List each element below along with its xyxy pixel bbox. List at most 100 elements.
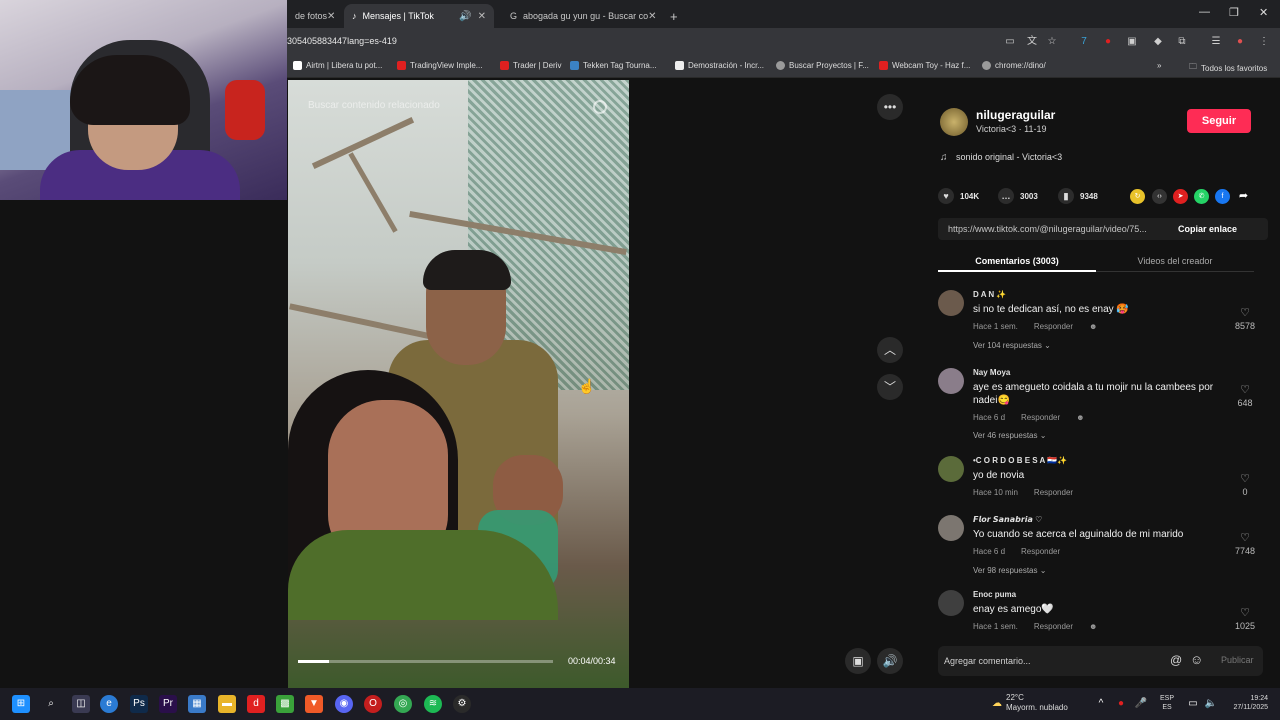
repost-icon[interactable]: ↻ xyxy=(1130,189,1145,204)
creator-avatar[interactable] xyxy=(940,108,968,136)
commenter-name[interactable]: Nay Moya xyxy=(973,368,1010,377)
view-replies-button[interactable]: Ver 98 respuestas ⌄ xyxy=(973,566,1046,575)
tray-chevron-icon[interactable]: ^ xyxy=(1092,695,1110,713)
commenter-name[interactable]: •C O R D O B E S A 🇵🇾✨ xyxy=(973,456,1067,465)
creator-username[interactable]: nilugeraguilar xyxy=(976,108,1055,122)
whatsapp-icon[interactable]: ✆ xyxy=(1194,189,1209,204)
star-icon[interactable]: ☆ xyxy=(1045,35,1059,49)
embed-icon[interactable]: ‹› xyxy=(1152,189,1167,204)
close-icon[interactable]: ✕ xyxy=(327,11,335,22)
spotify-icon[interactable]: ≋ xyxy=(424,695,442,713)
volume-icon[interactable]: 🔈 xyxy=(1202,695,1220,713)
bookmark-demostracion[interactable]: Demostración - Incr... xyxy=(675,61,764,70)
comment-input[interactable] xyxy=(944,652,1164,670)
comment-like[interactable]: ♡ 8578 xyxy=(1230,306,1260,331)
restore-icon[interactable]: ❐ xyxy=(1229,6,1239,19)
share-link-url[interactable]: https://www.tiktok.com/@nilugeraguilar/v… xyxy=(948,224,1168,234)
volume-icon[interactable]: 🔊 xyxy=(877,648,903,674)
puzzle-icon[interactable]: ⧉ xyxy=(1175,35,1189,49)
edge-icon[interactable]: e xyxy=(100,695,118,713)
extension-counter-icon[interactable]: ▣ xyxy=(1125,35,1139,49)
close-icon[interactable]: ✕ xyxy=(648,11,656,22)
commenter-name[interactable]: 𝙁𝙡𝙤𝙧 𝙎𝙖𝙣𝙖𝙗𝙧𝙞𝙖 ♡ xyxy=(973,515,1042,524)
view-replies-button[interactable]: Ver 104 respuestas ⌄ xyxy=(973,341,1051,350)
minecraft-icon[interactable]: ▩ xyxy=(276,695,294,713)
bookmark-tradingview[interactable]: TradingView Imple... xyxy=(397,61,482,70)
language-indicator[interactable]: ESP ES xyxy=(1160,694,1174,712)
commenter-avatar[interactable] xyxy=(938,368,964,394)
bookmark-webcam-toy[interactable]: Webcam Toy - Haz f... xyxy=(879,61,970,70)
discord-icon[interactable]: ◉ xyxy=(335,695,353,713)
opera-icon[interactable]: O xyxy=(364,695,382,713)
steam-icon[interactable]: ⚙ xyxy=(453,695,471,713)
follow-button[interactable]: Seguir xyxy=(1187,109,1251,133)
bookmarks-overflow-icon[interactable]: » xyxy=(1157,61,1161,70)
extension-red-icon[interactable]: ● xyxy=(1101,35,1115,49)
bookmark-tekken[interactable]: Tekken Tag Tourna... xyxy=(570,61,657,70)
premiere-icon[interactable]: Pr xyxy=(159,695,177,713)
close-icon[interactable]: ✕ xyxy=(478,11,486,22)
new-tab-button[interactable]: + xyxy=(662,4,682,28)
commenter-avatar[interactable] xyxy=(938,456,964,482)
bookmark-dino[interactable]: chrome://dino/ xyxy=(982,61,1046,70)
tab-tiktok-messages[interactable]: ♪ Mensajes | TikTok 🔊 ✕ xyxy=(344,4,494,28)
more-options-icon[interactable]: ••• xyxy=(877,94,903,120)
reply-button[interactable]: Responder xyxy=(1034,322,1073,331)
tab-fotos[interactable]: de fotos ✕ xyxy=(287,4,342,28)
video-progress-bar[interactable] xyxy=(298,660,553,663)
cast-icon[interactable]: ▭ xyxy=(1003,35,1017,49)
commenter-avatar[interactable] xyxy=(938,590,964,616)
comment-like[interactable]: ♡ 7748 xyxy=(1230,531,1260,556)
clock[interactable]: 19:24 27/11/2025 xyxy=(1228,694,1268,712)
commenter-avatar[interactable] xyxy=(938,290,964,316)
commenter-name[interactable]: D A N ✨ xyxy=(973,290,1006,299)
reply-button[interactable]: Responder xyxy=(1021,547,1060,556)
folder-icon[interactable]: ▬ xyxy=(218,695,236,713)
reply-button[interactable]: Responder xyxy=(1021,413,1060,422)
monitor-icon[interactable]: ▭ xyxy=(1184,695,1202,713)
comment-like[interactable]: ♡ 1025 xyxy=(1230,606,1260,631)
search-icon[interactable]: ⌕ xyxy=(42,695,60,713)
like-stat[interactable]: ♥ 104K xyxy=(938,188,979,204)
extension-diamond-icon[interactable]: ◆ xyxy=(1151,35,1165,49)
related-search-placeholder[interactable]: Buscar contenido relacionado xyxy=(308,100,440,111)
copy-link-button[interactable]: Copiar enlace xyxy=(1178,224,1237,234)
tab-search-icon[interactable]: ☰ xyxy=(1209,35,1223,49)
minimize-icon[interactable]: — xyxy=(1199,6,1210,18)
photoshop-icon[interactable]: Ps xyxy=(130,695,148,713)
profile-avatar[interactable]: ● xyxy=(1233,35,1247,49)
reply-button[interactable]: Responder xyxy=(1034,622,1073,631)
bookmark-airtm[interactable]: Airtm | Libera tu pot... xyxy=(293,61,382,70)
close-window-icon[interactable]: ✕ xyxy=(1259,6,1268,19)
comment-like[interactable]: ♡ 0 xyxy=(1230,472,1260,497)
share-arrow-icon[interactable]: ➦ xyxy=(1236,189,1251,204)
menu-icon[interactable]: ⋮ xyxy=(1257,35,1271,49)
store-icon[interactable]: ▦ xyxy=(188,695,206,713)
commenter-avatar[interactable] xyxy=(938,515,964,541)
tray-mic-icon[interactable]: 🎤 xyxy=(1132,695,1150,713)
mention-icon[interactable]: @ xyxy=(1170,653,1182,667)
windows-start-icon[interactable]: ⊞ xyxy=(12,695,30,713)
search-icon[interactable] xyxy=(593,100,607,114)
task-view-icon[interactable]: ◫ xyxy=(72,695,90,713)
url-text[interactable]: 305405883447lang=es-419 xyxy=(287,36,397,46)
comment-stat[interactable]: … 3003 xyxy=(998,188,1038,204)
speaker-icon[interactable]: 🔊 xyxy=(459,11,471,22)
tray-app-icon[interactable]: ● xyxy=(1112,695,1130,713)
tab-comments[interactable]: Comentarios (3003) xyxy=(938,250,1096,272)
view-replies-button[interactable]: Ver 46 respuestas ⌄ xyxy=(973,431,1046,440)
chevron-up-icon[interactable]: ︿ xyxy=(877,337,903,363)
chevron-down-icon[interactable]: ﹀ xyxy=(877,374,903,400)
send-icon[interactable]: ➤ xyxy=(1173,189,1188,204)
weather-widget[interactable]: 22°C Mayorm. nublado xyxy=(1006,693,1068,713)
music-title[interactable]: sonido original - Victoria<3 xyxy=(956,152,1062,162)
save-stat[interactable]: ▮ 9348 xyxy=(1058,188,1098,204)
facebook-icon[interactable]: f xyxy=(1215,189,1230,204)
publish-button[interactable]: Publicar xyxy=(1221,655,1254,665)
extension-icon[interactable]: 7 xyxy=(1077,35,1091,49)
comment-like[interactable]: ♡ 648 xyxy=(1230,383,1260,408)
commenter-name[interactable]: Enoc puma xyxy=(973,590,1016,599)
translate-icon[interactable]: 文 xyxy=(1025,35,1039,49)
reply-button[interactable]: Responder xyxy=(1034,488,1073,497)
bookmark-buscar-proyectos[interactable]: Buscar Proyectos | F... xyxy=(776,61,869,70)
